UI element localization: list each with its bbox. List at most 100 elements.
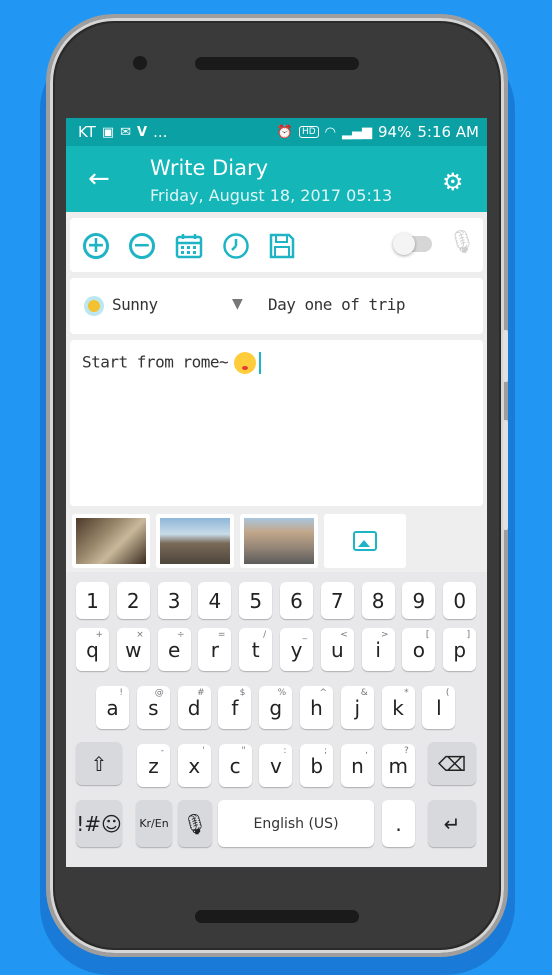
soft-keyboard: 1 2 3 4 5 6 7 8 9 0 q + w × e ÷ r = t / y _ u < i > o[p] a! s @ d # f $ g%… (66, 572, 487, 867)
mic-icon[interactable]: 🎙 (448, 230, 476, 255)
key-label: English (US) (253, 815, 339, 832)
key-7[interactable]: 7 (320, 582, 354, 619)
add-button[interactable]: + (80, 230, 112, 262)
key-label: . (395, 811, 402, 836)
key-hint: [ (425, 630, 430, 640)
key-hint: ( (445, 688, 450, 698)
key-f[interactable]: f $ (218, 686, 252, 729)
diary-content[interactable]: Start from rome~ (82, 352, 262, 374)
key-q[interactable]: q + (76, 628, 109, 671)
key-e[interactable]: e ÷ (157, 628, 191, 671)
key-9[interactable]: 9 (402, 582, 436, 619)
key-hint: - (160, 746, 164, 756)
key-label: r (210, 637, 219, 662)
key-0[interactable]: 0 (443, 582, 477, 619)
key-z[interactable]: z- (137, 744, 170, 787)
key-o[interactable]: o[ (402, 628, 436, 671)
key-label: 4 (208, 588, 222, 613)
key-t[interactable]: t / (239, 628, 273, 671)
save-button[interactable] (266, 230, 298, 262)
key-hint: : (283, 746, 287, 756)
more-notifications: ... (153, 123, 168, 141)
key-k[interactable]: k * (381, 686, 415, 729)
key-c[interactable]: c " (218, 744, 252, 787)
key-label: s (148, 695, 159, 720)
carrier-label: KT (78, 123, 96, 141)
key-1[interactable]: 1 (76, 582, 109, 619)
backspace-key[interactable]: ⌫ (428, 742, 476, 785)
photo-thumbnail[interactable] (156, 514, 234, 568)
key-4[interactable]: 4 (198, 582, 232, 619)
remove-icon: − (129, 233, 155, 259)
key-h[interactable]: h ^ (300, 686, 333, 729)
add-photo-button[interactable] (324, 514, 406, 568)
key-i[interactable]: i > (361, 628, 395, 671)
time-button[interactable] (220, 230, 252, 262)
photo-thumbnail[interactable] (72, 514, 150, 568)
key-hint: * (404, 688, 409, 698)
clock-icon (223, 233, 249, 259)
key-label: !#☺ (76, 811, 122, 836)
volume-button (503, 330, 508, 382)
key-2[interactable]: 2 (116, 582, 150, 619)
space-key[interactable]: English (US) (218, 800, 374, 847)
key-w[interactable]: w × (116, 628, 150, 671)
key-8[interactable]: 8 (361, 582, 395, 619)
key-6[interactable]: 6 (280, 582, 313, 619)
key-x[interactable]: x ' (177, 744, 211, 787)
photo-2 (160, 518, 230, 564)
key-label: n (351, 753, 364, 778)
key-g[interactable]: g% (259, 686, 293, 729)
wifi-icon: ◠ (324, 124, 336, 140)
photo-3 (244, 518, 314, 564)
key-hint: = (217, 630, 226, 640)
hd-badge: HD (298, 126, 319, 138)
shift-key[interactable]: ⇧ (76, 742, 122, 785)
weather-select[interactable]: Sunny (112, 295, 158, 314)
key-s[interactable]: s @ (136, 686, 170, 729)
key-hint: ' (202, 746, 205, 756)
key-label: ↵ (443, 811, 461, 836)
diary-content-editor[interactable]: Start from rome~ (70, 340, 483, 506)
key-j[interactable]: j & (340, 686, 374, 729)
location-toggle[interactable] (393, 233, 432, 255)
clock-time: 5:16 AM (417, 123, 479, 141)
key-v[interactable]: v: (259, 744, 293, 787)
app-bar: ← Write Diary Friday, August 18, 2017 05… (66, 146, 487, 212)
key-d[interactable]: d # (177, 686, 211, 729)
period-key[interactable]: . (382, 800, 415, 847)
diary-content-text: Start from rome~ (82, 352, 229, 372)
key-u[interactable]: u < (320, 628, 354, 671)
key-hint: @ (154, 688, 164, 698)
key-label: d (187, 695, 201, 720)
key-label: 7 (330, 588, 344, 613)
enter-key[interactable]: ↵ (428, 800, 476, 847)
gears-icon[interactable]: ⚙ (442, 168, 464, 196)
entry-title-input[interactable]: Day one of trip (268, 295, 406, 314)
voice-input-key[interactable]: 🎙 (178, 800, 212, 847)
key-3[interactable]: 3 (157, 582, 191, 619)
key-m[interactable]: m? (381, 744, 415, 787)
key-a[interactable]: a! (96, 686, 129, 729)
key-y[interactable]: y _ (280, 628, 313, 671)
symbols-key[interactable]: !#☺ (76, 800, 122, 847)
photo-strip (70, 512, 483, 570)
key-p[interactable]: p] (443, 628, 477, 671)
dropdown-arrow-icon[interactable]: ▼ (232, 296, 243, 312)
key-hint: + (95, 630, 103, 640)
arrow-back-icon[interactable]: ← (88, 164, 110, 194)
page-title: Write Diary (150, 156, 269, 180)
remove-button[interactable]: − (126, 230, 158, 262)
calendar-button[interactable] (173, 230, 205, 262)
key-5[interactable]: 5 (239, 582, 273, 619)
key-r[interactable]: r = (198, 628, 232, 671)
key-hint: " (241, 746, 246, 756)
key-b[interactable]: b; (300, 744, 334, 787)
entry-date[interactable]: Friday, August 18, 2017 05:13 (150, 186, 392, 205)
key-l[interactable]: l( (422, 686, 456, 729)
key-n[interactable]: n, (341, 744, 374, 787)
power-button (503, 420, 508, 530)
photo-thumbnail[interactable] (240, 514, 318, 568)
language-key[interactable]: Kr/En (136, 800, 172, 847)
key-label: o (412, 637, 426, 662)
